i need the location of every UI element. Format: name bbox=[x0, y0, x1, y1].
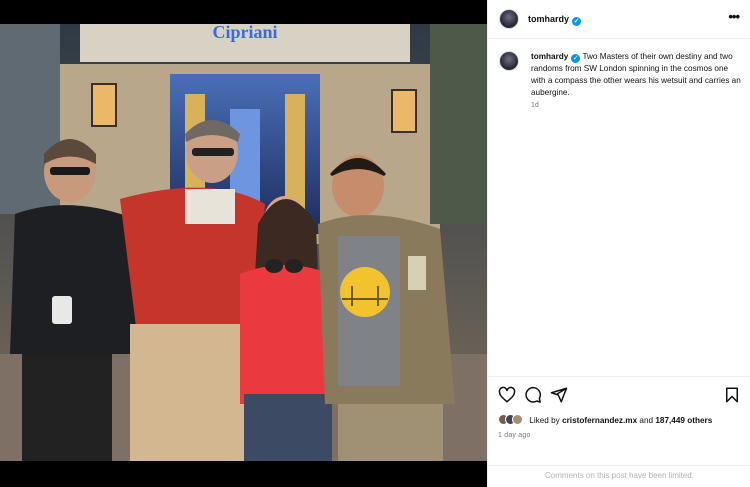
post-header: tomhardy ✓ ••• bbox=[488, 0, 750, 39]
liked-by-user[interactable]: cristofernandez.mx bbox=[562, 416, 637, 425]
post-viewer: Cipriani tomhardy ✓ ••• tomhardy ✓ Two M… bbox=[0, 0, 750, 487]
group-photo-illustration: Cipriani bbox=[0, 24, 487, 461]
action-bar: Liked by cristofernandez.mx and 187,449 … bbox=[488, 376, 750, 487]
avatar[interactable] bbox=[499, 9, 519, 29]
bookmark-icon[interactable] bbox=[723, 386, 741, 404]
likes-count[interactable]: 187,449 others bbox=[655, 416, 712, 425]
caption-timestamp: 1d bbox=[531, 102, 539, 109]
post-photo[interactable]: Cipriani bbox=[0, 24, 487, 461]
liked-by-prefix: Liked by bbox=[529, 416, 560, 425]
avatar bbox=[512, 414, 523, 425]
share-icon[interactable] bbox=[550, 386, 568, 404]
caption-username[interactable]: tomhardy bbox=[531, 52, 568, 61]
caption-text-block: tomhardy ✓ Two Masters of their own desti… bbox=[531, 51, 741, 99]
likes-summary: Liked by cristofernandez.mx and 187,449 … bbox=[498, 414, 712, 428]
photo-sign: Cipriani bbox=[212, 24, 277, 42]
liked-by-and: and bbox=[639, 416, 654, 425]
more-options-button[interactable]: ••• bbox=[728, 9, 740, 24]
verified-badge-icon: ✓ bbox=[571, 54, 581, 63]
verified-badge-icon: ✓ bbox=[572, 17, 582, 26]
comment-icon[interactable] bbox=[524, 386, 542, 404]
post-timestamp[interactable]: 1 day ago bbox=[498, 432, 531, 439]
header-username[interactable]: tomhardy ✓ bbox=[528, 14, 582, 26]
post-sidebar: tomhardy ✓ ••• tomhardy ✓ Two Masters of t… bbox=[487, 0, 750, 487]
caption-avatar[interactable] bbox=[499, 51, 519, 71]
comments-limited-notice: Comments on this post have been limited. bbox=[488, 465, 750, 480]
heart-icon[interactable] bbox=[498, 386, 516, 404]
header-username-text[interactable]: tomhardy bbox=[528, 14, 569, 24]
likes-text: Liked by cristofernandez.mx and 187,449 … bbox=[529, 416, 712, 425]
